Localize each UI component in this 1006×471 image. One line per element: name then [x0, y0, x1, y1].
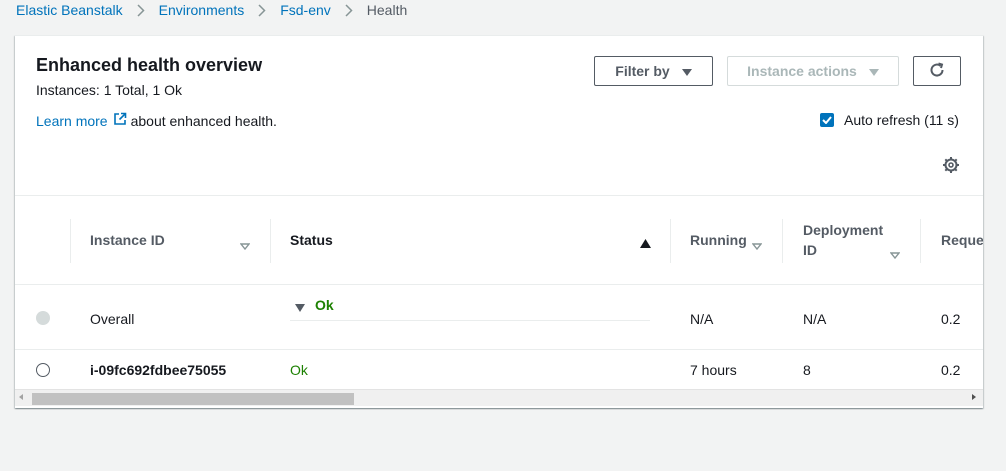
running-cell: N/A — [690, 311, 714, 327]
learn-more-link[interactable]: Learn more — [36, 113, 108, 129]
caret-down-icon — [868, 63, 879, 79]
gear-icon[interactable] — [942, 156, 960, 174]
auto-refresh-label: Auto refresh (11 s) — [844, 112, 959, 128]
instance-actions-button[interactable]: Instance actions — [727, 56, 899, 86]
column-header-status[interactable]: Status — [290, 196, 333, 284]
breadcrumb-current: Health — [366, 2, 408, 18]
row-radio-disabled — [36, 311, 50, 325]
panel-title: Enhanced health overview — [36, 55, 263, 75]
column-label: Reque — [941, 232, 983, 248]
column-header-deployment-id[interactable]: Deployment ID — [803, 196, 883, 284]
status-cell[interactable]: Ok — [315, 297, 334, 313]
column-header-running[interactable]: Running — [690, 196, 747, 284]
status-underline — [290, 320, 650, 321]
external-link-icon[interactable] — [113, 112, 127, 129]
status-cell: Ok — [290, 362, 308, 378]
column-divider — [782, 219, 783, 263]
enhanced-health-panel: Enhanced health overview Instances: 1 To… — [15, 35, 983, 408]
breadcrumb: Elastic Beanstalk Environments Fsd-env H… — [16, 0, 407, 20]
sort-ascending-icon[interactable] — [640, 235, 651, 251]
column-divider — [670, 219, 671, 263]
sort-caret-icon[interactable] — [889, 246, 901, 262]
column-label: Instance ID — [90, 232, 165, 248]
learn-more-suffix: about enhanced health. — [130, 112, 277, 129]
auto-refresh: Auto refresh (11 s) — [820, 112, 959, 128]
caret-down-icon — [681, 63, 692, 79]
column-divider — [270, 219, 271, 263]
breadcrumb-elastic-beanstalk[interactable]: Elastic Beanstalk — [16, 2, 123, 18]
filter-by-button[interactable]: Filter by — [594, 56, 713, 86]
instance-cell: Overall — [90, 311, 135, 327]
column-label: Running — [690, 232, 747, 248]
row-divider — [15, 284, 983, 285]
refresh-icon — [929, 62, 945, 81]
instance-cell[interactable]: i-09fc692fdbee75055 — [90, 362, 226, 378]
chevron-right-icon — [244, 3, 280, 17]
scroll-right-arrow-icon[interactable] — [972, 394, 976, 400]
auto-refresh-checkbox[interactable] — [820, 113, 834, 127]
status-caret-down-icon[interactable] — [295, 299, 305, 315]
column-divider — [920, 219, 921, 263]
column-label: Status — [290, 232, 333, 248]
horizontal-scrollbar[interactable] — [15, 389, 983, 406]
column-divider — [70, 219, 71, 263]
column-label: ID — [803, 242, 817, 258]
chevron-right-icon — [123, 3, 159, 17]
breadcrumb-environments[interactable]: Environments — [159, 2, 245, 18]
requests-cell: 0.2 — [941, 311, 961, 327]
instance-actions-label: Instance actions — [747, 63, 857, 79]
row-radio[interactable] — [36, 363, 50, 377]
filter-by-label: Filter by — [615, 63, 670, 79]
deployment-cell: 8 — [803, 362, 811, 378]
sort-caret-icon[interactable] — [239, 237, 251, 253]
deployment-cell: N/A — [803, 311, 827, 327]
requests-cell: 0.2 — [941, 362, 961, 378]
column-header-instance-id[interactable]: Instance ID — [90, 196, 165, 284]
scrollbar-thumb[interactable] — [32, 393, 354, 405]
chevron-right-icon — [331, 3, 367, 17]
column-label: Deployment — [803, 222, 884, 238]
running-cell: 7 hours — [690, 362, 737, 378]
breadcrumb-fsd-env[interactable]: Fsd-env — [280, 2, 331, 18]
refresh-button[interactable] — [913, 56, 961, 86]
column-header-requests[interactable]: Reque — [941, 196, 983, 284]
learn-more-row: Learn more about enhanced health. — [36, 112, 277, 129]
instances-summary: Instances: 1 Total, 1 Ok — [36, 82, 183, 98]
row-divider — [15, 349, 983, 350]
sort-caret-icon[interactable] — [751, 237, 763, 253]
scroll-left-arrow-icon[interactable] — [19, 394, 23, 400]
